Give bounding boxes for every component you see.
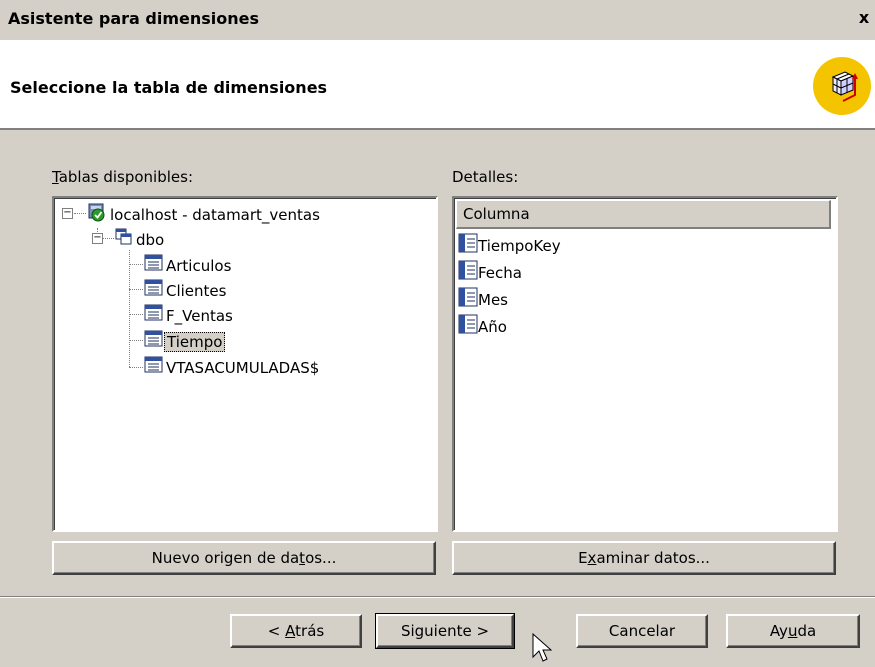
column-icon	[458, 260, 478, 287]
collapse-server-icon[interactable]: −	[62, 208, 73, 219]
column-icon	[458, 233, 478, 260]
mouse-pointer-icon	[532, 632, 556, 667]
tree-label-table: VTASACUMULADAS$	[166, 359, 320, 377]
tree-node-table[interactable]: Clientes	[144, 279, 228, 301]
list-item[interactable]: TiempoKey	[458, 233, 561, 257]
help-button[interactable]: Ayuda	[726, 614, 860, 648]
database-server-icon	[86, 202, 108, 228]
tree-label-table: F_Ventas	[166, 307, 233, 325]
list-item[interactable]: Fecha	[458, 260, 522, 284]
collapse-schema-icon[interactable]: −	[92, 233, 103, 244]
table-icon	[144, 356, 164, 380]
tree-node-server[interactable]: localhost - datamart_ventas	[86, 202, 322, 224]
cancel-button[interactable]: Cancelar	[576, 614, 708, 648]
tree-node-table[interactable]: Articulos	[144, 254, 233, 276]
column-icon	[458, 314, 478, 341]
tree-label-table: Tiempo	[164, 332, 226, 352]
tree-node-table[interactable]: F_Ventas	[144, 304, 235, 326]
tree-label-server: localhost - datamart_ventas	[110, 206, 320, 224]
details-label: Detalles:	[452, 168, 519, 186]
page-heading: Seleccione la tabla de dimensiones	[10, 78, 328, 97]
tables-tree[interactable]: − localhost - datamart_ventas − dbo Arti…	[52, 196, 438, 532]
tree-node-table-selected[interactable]: Tiempo	[144, 330, 226, 354]
close-icon[interactable]: x	[857, 10, 871, 26]
title-bar: Asistente para dimensiones x	[0, 0, 875, 36]
schema-icon	[114, 227, 134, 253]
next-button[interactable]: Siguiente >	[375, 613, 515, 649]
window-title: Asistente para dimensiones	[8, 9, 259, 28]
columns-list[interactable]: Columna TiempoKey Fecha Mes Año	[452, 196, 838, 532]
table-icon	[144, 254, 164, 278]
browse-data-button[interactable]: Examinar datos...	[452, 541, 836, 575]
table-icon	[144, 304, 164, 328]
footer-divider	[0, 596, 875, 598]
column-name: Mes	[478, 291, 508, 309]
column-name: Fecha	[478, 264, 522, 282]
column-name: TiempoKey	[478, 237, 561, 255]
tree-node-table[interactable]: VTASACUMULADAS$	[144, 356, 321, 378]
column-icon	[458, 287, 478, 314]
tree-node-schema[interactable]: dbo	[114, 227, 166, 249]
new-data-source-button[interactable]: Nuevo origen de datos...	[52, 541, 436, 575]
cube-wizard-icon	[813, 57, 871, 115]
table-icon	[144, 330, 164, 354]
column-name: Año	[478, 318, 507, 336]
back-button[interactable]: < Atrás	[230, 614, 362, 648]
wizard-header: Seleccione la tabla de dimensiones	[0, 40, 875, 130]
table-icon	[144, 279, 164, 303]
tree-label-schema: dbo	[136, 231, 165, 249]
available-tables-label: Tablas disponibles:	[52, 168, 194, 186]
tree-label-table: Clientes	[166, 282, 227, 300]
column-header[interactable]: Columna	[456, 200, 831, 229]
list-item[interactable]: Mes	[458, 287, 508, 311]
list-item[interactable]: Año	[458, 314, 507, 338]
tree-label-table: Articulos	[166, 257, 232, 275]
